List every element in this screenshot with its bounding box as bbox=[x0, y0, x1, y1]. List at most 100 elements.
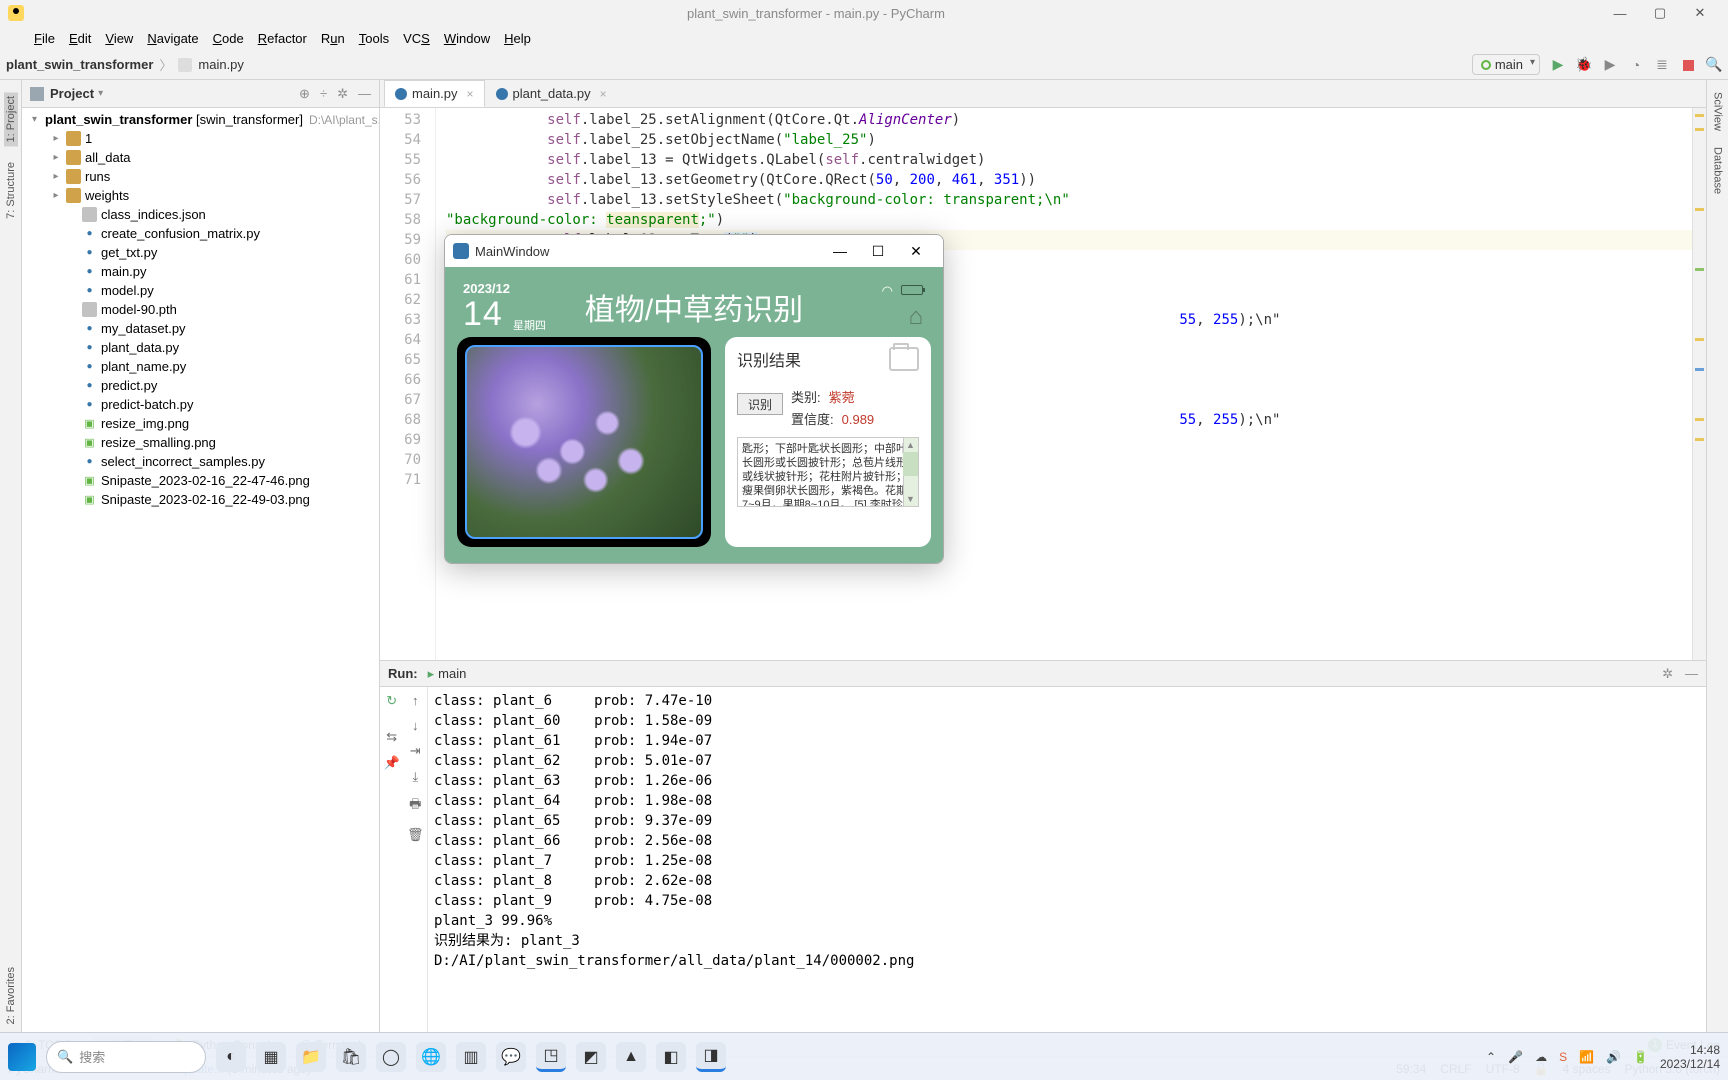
expand-button[interactable]: ÷ bbox=[320, 86, 327, 102]
tool-structure[interactable]: 7: Structure bbox=[5, 162, 17, 219]
rerun-button[interactable]: ↻ bbox=[386, 693, 397, 709]
taskbar-pycharm-icon[interactable]: ◳ bbox=[536, 1042, 566, 1072]
error-stripe[interactable] bbox=[1692, 108, 1706, 660]
tree-file[interactable]: Snipaste_2023-02-16_22-47-46.png bbox=[22, 471, 379, 490]
tray-chevron-icon[interactable]: ⌃ bbox=[1486, 1050, 1496, 1064]
recognize-button[interactable]: 识别 bbox=[737, 393, 783, 415]
tree-file[interactable]: class_indices.json bbox=[22, 205, 379, 224]
tree-file[interactable]: predict.py bbox=[22, 376, 379, 395]
start-button[interactable] bbox=[8, 1043, 36, 1071]
taskbar-wechat-icon[interactable]: 💬 bbox=[496, 1042, 526, 1072]
concurrency-button[interactable]: ≣ bbox=[1654, 57, 1670, 73]
minimize-button[interactable]: — bbox=[1600, 2, 1640, 24]
console-output[interactable]: class: plant_6 prob: 7.47e-10 class: pla… bbox=[428, 687, 1706, 1032]
qt-minimize-button[interactable]: — bbox=[821, 243, 859, 259]
menu-vcs[interactable]: VCS bbox=[403, 31, 430, 46]
taskbar-widgets-icon[interactable]: ▦ bbox=[256, 1042, 286, 1072]
stop-button[interactable] bbox=[1680, 57, 1696, 73]
pin-button[interactable]: 📌 bbox=[384, 755, 400, 771]
taskbar-app4-icon[interactable]: ◧ bbox=[656, 1042, 686, 1072]
qt-maximize-button[interactable]: ☐ bbox=[859, 243, 897, 260]
taskbar-explorer-icon[interactable]: 📁 bbox=[296, 1042, 326, 1072]
qt-app-window[interactable]: MainWindow — ☐ ✕ 2023/12 14 星期四 植物/中草药识别… bbox=[444, 234, 944, 564]
maximize-button[interactable]: ▢ bbox=[1640, 2, 1680, 24]
scrollbar-thumb[interactable] bbox=[903, 452, 918, 476]
tree-folder[interactable]: ▸1 bbox=[22, 129, 379, 148]
down-trace-button[interactable]: ↓ bbox=[412, 718, 419, 733]
tray-battery-icon[interactable]: 🔋 bbox=[1633, 1050, 1648, 1064]
run-hide-button[interactable]: — bbox=[1685, 666, 1698, 682]
open-folder-icon[interactable] bbox=[889, 347, 919, 371]
wrap-button[interactable]: ⇥ bbox=[410, 743, 421, 759]
tree-file[interactable]: predict-batch.py bbox=[22, 395, 379, 414]
clear-button[interactable]: 🗑 bbox=[407, 827, 424, 843]
tree-file[interactable]: resize_smalling.png bbox=[22, 433, 379, 452]
up-trace-button[interactable]: ↑ bbox=[412, 693, 419, 708]
menu-edit[interactable]: Edit bbox=[69, 31, 91, 46]
taskbar-store-icon[interactable]: 🛍 bbox=[336, 1042, 366, 1072]
tree-file[interactable]: Snipaste_2023-02-16_22-49-03.png bbox=[22, 490, 379, 509]
run-tab-name[interactable]: main bbox=[438, 666, 466, 681]
taskbar-app3-icon[interactable]: ▲ bbox=[616, 1042, 646, 1072]
tool-database[interactable]: Database bbox=[1712, 147, 1724, 194]
breadcrumb-file[interactable]: main.py bbox=[198, 57, 244, 72]
tree-folder[interactable]: ▸all_data bbox=[22, 148, 379, 167]
tree-root[interactable]: ▾plant_swin_transformer [swin_transforme… bbox=[22, 110, 379, 129]
tree-file[interactable]: get_txt.py bbox=[22, 243, 379, 262]
search-everywhere-button[interactable]: 🔍 bbox=[1706, 57, 1722, 73]
tree-file[interactable]: my_dataset.py bbox=[22, 319, 379, 338]
editor-tab[interactable]: plant_data.py× bbox=[485, 80, 618, 107]
menu-run[interactable]: Run bbox=[321, 31, 345, 46]
qt-titlebar[interactable]: MainWindow — ☐ ✕ bbox=[445, 235, 943, 267]
tree-file[interactable]: select_incorrect_samples.py bbox=[22, 452, 379, 471]
menu-file[interactable]: File bbox=[34, 31, 55, 46]
menu-navigate[interactable]: Navigate bbox=[147, 31, 198, 46]
taskbar-search[interactable]: 🔍 搜索 bbox=[46, 1041, 206, 1073]
profile-button[interactable]: ◔ bbox=[1628, 57, 1644, 73]
menu-tools[interactable]: Tools bbox=[359, 31, 389, 46]
taskbar-chrome-icon[interactable]: ◯ bbox=[376, 1042, 406, 1072]
tree-file[interactable]: model-90.pth bbox=[22, 300, 379, 319]
tree-folder[interactable]: ▸weights bbox=[22, 186, 379, 205]
taskbar-clock[interactable]: 14:48 2023/12/14 bbox=[1660, 1043, 1720, 1071]
project-tree[interactable]: ▾plant_swin_transformer [swin_transforme… bbox=[22, 108, 379, 1032]
tool-project[interactable]: 1: Project bbox=[4, 92, 18, 146]
breadcrumb-project[interactable]: plant_swin_transformer bbox=[6, 57, 153, 72]
tree-file[interactable]: resize_img.png bbox=[22, 414, 379, 433]
taskbar-app2-icon[interactable]: ◩ bbox=[576, 1042, 606, 1072]
tree-file[interactable]: create_confusion_matrix.py bbox=[22, 224, 379, 243]
breadcrumb[interactable]: plant_swin_transformer 〉 main.py bbox=[6, 55, 244, 74]
taskbar-copilot-icon[interactable]: ◐ bbox=[216, 1042, 246, 1072]
tray-mic-icon[interactable]: 🎤 bbox=[1508, 1050, 1523, 1064]
settings-button[interactable]: ✲ bbox=[337, 86, 348, 102]
run-config-selector[interactable]: main bbox=[1472, 54, 1540, 75]
menu-help[interactable]: Help bbox=[504, 31, 531, 46]
locate-button[interactable]: ⊕ bbox=[299, 86, 310, 102]
coverage-button[interactable]: ▶ bbox=[1602, 57, 1618, 73]
tool-sciview[interactable]: SciView bbox=[1712, 92, 1724, 131]
tree-file[interactable]: plant_data.py bbox=[22, 338, 379, 357]
tree-file[interactable]: plant_name.py bbox=[22, 357, 379, 376]
debug-button[interactable]: 🐞 bbox=[1576, 57, 1592, 73]
editor-tab[interactable]: main.py× bbox=[384, 80, 485, 107]
menu-window[interactable]: Window bbox=[444, 31, 490, 46]
run-settings-button[interactable]: ✲ bbox=[1662, 666, 1673, 682]
tray-volume-icon[interactable]: 🔊 bbox=[1606, 1050, 1621, 1064]
tree-file[interactable]: main.py bbox=[22, 262, 379, 281]
tool-favorites[interactable]: 2: Favorites bbox=[5, 967, 17, 1024]
project-header-label[interactable]: Project bbox=[50, 86, 94, 101]
home-icon[interactable]: ⌂ bbox=[909, 303, 924, 331]
tray-network-icon[interactable]: 📶 bbox=[1579, 1050, 1594, 1064]
tray-ime-icon[interactable]: S bbox=[1559, 1050, 1567, 1064]
close-tab-icon[interactable]: × bbox=[467, 87, 474, 101]
tree-folder[interactable]: ▸runs bbox=[22, 167, 379, 186]
close-tab-icon[interactable]: × bbox=[600, 87, 607, 101]
menu-code[interactable]: Code bbox=[213, 31, 244, 46]
qt-close-button[interactable]: ✕ bbox=[897, 243, 935, 260]
taskbar-app1-icon[interactable]: ▥ bbox=[456, 1042, 486, 1072]
layout-button[interactable]: ⇆ bbox=[386, 729, 397, 745]
print-button[interactable]: 🖶 bbox=[409, 795, 421, 817]
run-button[interactable]: ▶ bbox=[1550, 57, 1566, 73]
hide-button[interactable]: — bbox=[358, 86, 371, 102]
menu-refactor[interactable]: Refactor bbox=[258, 31, 307, 46]
